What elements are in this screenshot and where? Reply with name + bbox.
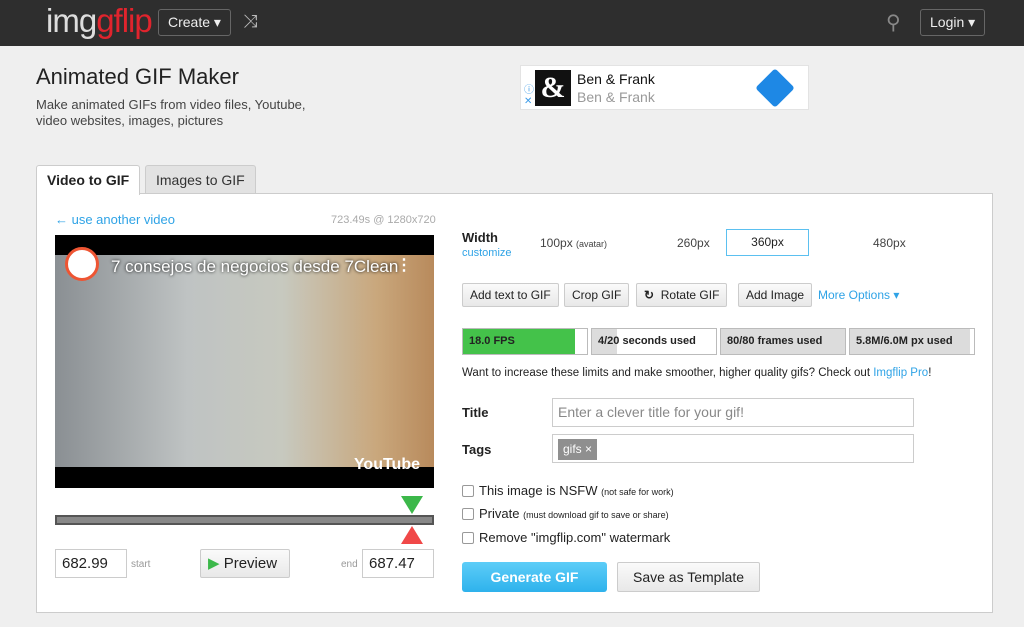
width-option-480[interactable]: 480px <box>873 236 906 250</box>
directions-icon[interactable] <box>755 68 795 108</box>
generate-gif-button[interactable]: Generate GIF <box>462 562 607 592</box>
tags-input[interactable]: gifs × <box>552 434 914 463</box>
page-subtitle: Make animated GIFs from video files, You… <box>36 97 306 128</box>
logo-text-flip: flip <box>113 2 153 39</box>
width-option-360[interactable]: 360px <box>726 229 809 256</box>
seconds-meter: 4/20 seconds used <box>591 328 717 355</box>
play-icon: ▶ <box>208 555 220 572</box>
top-nav: imggflip Create ▾ ⤨ ⚲ Login ▾ <box>0 0 1024 46</box>
page-title: Animated GIF Maker <box>36 64 239 89</box>
time-slider[interactable] <box>55 515 434 525</box>
end-input[interactable]: 687.47 <box>362 549 434 578</box>
ad-logo: & <box>535 70 571 106</box>
add-image-button[interactable]: Add Image <box>738 283 813 307</box>
watermark-checkbox[interactable]: Remove "imgflip.com" watermark <box>462 530 670 545</box>
more-icon[interactable]: ⋮ <box>396 255 412 275</box>
login-button[interactable]: Login ▾ <box>920 9 986 36</box>
youtube-logo: YouTube <box>353 456 420 473</box>
ad-banner[interactable]: & ⓘ ✕ Ben & Frank Ben & Frank <box>520 65 809 110</box>
width-option-260[interactable]: 260px <box>677 236 710 250</box>
tab-video-to-gif[interactable]: Video to GIF <box>36 165 141 195</box>
create-button[interactable]: Create ▾ <box>158 9 231 36</box>
logo-text-g: g <box>96 2 114 39</box>
width-option-100[interactable]: 100px (avatar) <box>540 236 607 250</box>
width-label: Width <box>462 230 498 245</box>
tab-images-to-gif[interactable]: Images to GIF <box>145 165 256 194</box>
crop-button[interactable]: Crop GIF <box>564 283 630 307</box>
title-label: Title <box>462 405 489 420</box>
rotate-button[interactable]: ↻ Rotate GIF <box>636 283 728 307</box>
preview-button[interactable]: ▶ Preview <box>200 549 290 578</box>
save-template-button[interactable]: Save as Template <box>617 562 760 592</box>
nsfw-checkbox[interactable]: This image is NSFW (not safe for work) <box>462 483 674 498</box>
start-label: start <box>131 559 151 570</box>
logo-text: img <box>46 2 97 39</box>
start-input[interactable]: 682.99 <box>55 549 127 578</box>
channel-logo <box>65 247 99 281</box>
upsell-text: Want to increase these limits and make s… <box>462 367 932 379</box>
ad-info-icon[interactable]: ⓘ ✕ <box>524 81 534 107</box>
imgflip-logo[interactable]: imggflip <box>46 2 153 40</box>
video-title: 7 consejos de negocios desde 7Clean <box>111 257 399 276</box>
rotate-icon: ↻ <box>644 288 655 302</box>
ad-title: Ben & Frank <box>577 71 655 87</box>
tags-label: Tags <box>462 442 492 457</box>
video-player[interactable]: 7 consejos de negocios desde 7Clean ⋮ Yo… <box>55 235 434 488</box>
frames-meter: 80/80 frames used <box>720 328 846 355</box>
video-info: 723.49s @ 1280x720 <box>331 214 436 226</box>
pixels-meter: 5.8M/6.0M px used <box>849 328 975 355</box>
gif-maker-panel: ← use another video 723.49s @ 1280x720 7… <box>36 193 993 613</box>
start-handle[interactable] <box>401 496 423 514</box>
more-options-link[interactable]: More Options ▾ <box>818 288 899 302</box>
fps-meter: 18.0 FPS <box>462 328 588 355</box>
search-icon[interactable]: ⚲ <box>886 10 901 35</box>
ad-subtitle: Ben & Frank <box>577 89 655 105</box>
use-another-video-link[interactable]: ← use another video <box>55 212 175 227</box>
video-frame <box>55 255 434 467</box>
tag-chip[interactable]: gifs × <box>558 439 598 460</box>
title-input[interactable]: Enter a clever title for your gif! <box>552 398 914 427</box>
customize-link[interactable]: customize <box>462 247 512 259</box>
add-text-button[interactable]: Add text to GIF <box>462 283 559 307</box>
imgflip-pro-link[interactable]: Imgflip Pro <box>873 367 928 379</box>
private-checkbox[interactable]: Private (must download gif to save or sh… <box>462 506 669 521</box>
shuffle-icon[interactable]: ⤨ <box>243 11 257 32</box>
end-handle[interactable] <box>401 526 423 544</box>
end-label: end <box>341 559 358 570</box>
